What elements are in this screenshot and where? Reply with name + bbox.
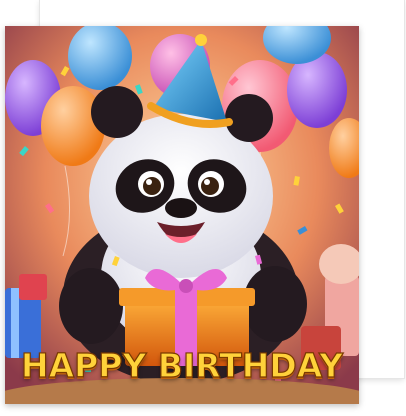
birthday-card: HAPPY BIRTHDAY (5, 26, 359, 404)
greeting-text: HAPPY BIRTHDAY (20, 345, 344, 385)
